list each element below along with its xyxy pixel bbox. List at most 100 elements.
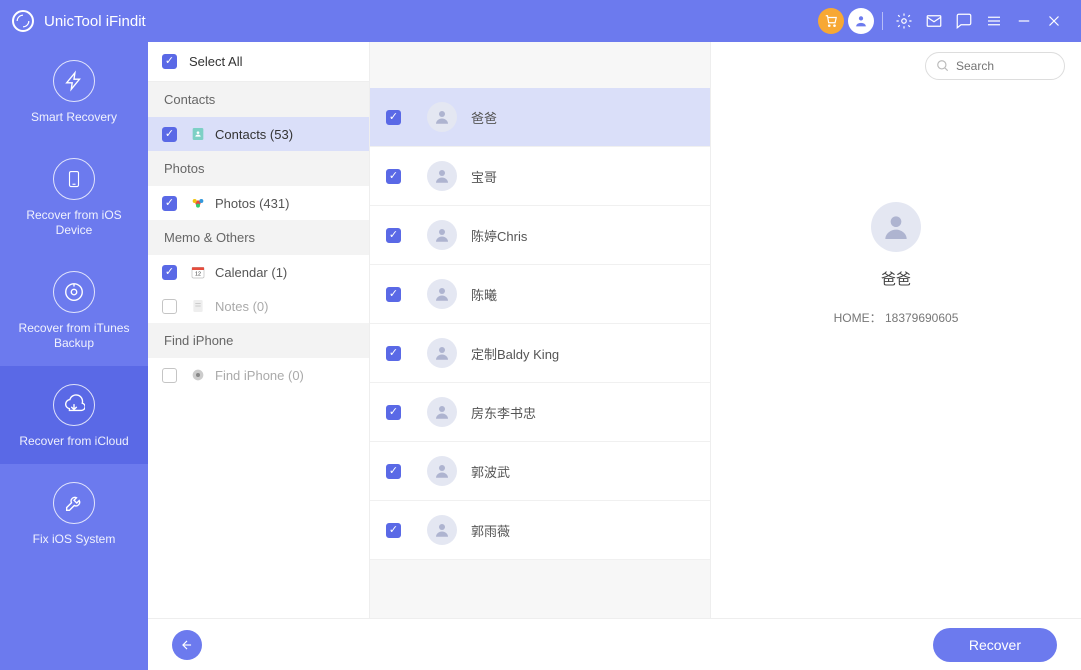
cart-button[interactable] [816,6,846,36]
nav-item-1[interactable]: Recover from iOS Device [0,140,148,253]
search-input[interactable] [956,59,1046,73]
contact-row[interactable]: 陈曦 [370,265,710,324]
contact-checkbox[interactable] [386,464,401,479]
category-item[interactable]: Photos (431) [148,186,369,220]
category-label: Contacts (53) [215,127,293,142]
sidebar: Smart Recovery Recover from iOS Device Rec… [0,42,148,670]
detail-name: 爸爸 [711,268,1081,289]
avatar-icon [427,515,457,545]
detail-avatar-icon [871,202,921,252]
category-checkbox[interactable] [162,265,177,280]
avatar-icon [427,161,457,191]
nav-label: Recover from iOS Device [8,208,140,239]
contact-name: 郭波武 [471,462,510,481]
avatar-icon [427,102,457,132]
avatar-icon [427,279,457,309]
contact-checkbox[interactable] [386,110,401,125]
category-label: Calendar (1) [215,265,287,280]
category-item[interactable]: Notes (0) [148,289,369,323]
contact-name: 定制Baldy King [471,344,559,363]
contact-checkbox[interactable] [386,346,401,361]
category-label: Notes (0) [215,299,268,314]
category-item[interactable]: Contacts (53) [148,117,369,151]
titlebar: UnicTool iFindit [0,0,1081,42]
contact-row[interactable]: 陈婷Chris [370,206,710,265]
category-header: Contacts [148,82,369,117]
nav-icon-3 [53,384,95,426]
category-item[interactable]: Find iPhone (0) [148,358,369,392]
contact-name: 房东李书忠 [471,403,536,422]
contact-name: 陈曦 [471,285,497,304]
minimize-button[interactable] [1009,6,1039,36]
nav-item-2[interactable]: Recover from iTunes Backup [0,253,148,366]
contact-row[interactable]: 宝哥 [370,147,710,206]
search-box[interactable] [925,52,1065,80]
contact-name: 爸爸 [471,108,497,127]
contact-row[interactable]: 郭雨薇 [370,501,710,560]
contact-checkbox[interactable] [386,523,401,538]
select-all-label: Select All [189,54,242,69]
category-icon [189,366,207,384]
nav-label: Recover from iCloud [8,434,140,450]
category-label: Photos (431) [215,196,289,211]
nav-item-4[interactable]: Fix iOS System [0,464,148,562]
back-button[interactable] [172,630,202,660]
contact-checkbox[interactable] [386,287,401,302]
nav-icon-0 [53,60,95,102]
detail-pane: 爸爸 HOME： 18379690605 [711,42,1081,670]
recover-button[interactable]: Recover [933,628,1057,662]
account-button[interactable] [846,6,876,36]
contact-row[interactable]: 爸爸 [370,88,710,147]
settings-button[interactable] [889,6,919,36]
detail-field-label: HOME： [834,311,882,325]
category-header: Find iPhone [148,323,369,358]
contact-checkbox[interactable] [386,228,401,243]
category-checkbox[interactable] [162,127,177,142]
avatar-icon [427,220,457,250]
bottom-bar: Recover [148,618,1081,670]
category-header: Memo & Others [148,220,369,255]
app-logo-icon [12,10,34,32]
nav-label: Recover from iTunes Backup [8,321,140,352]
feedback-button[interactable] [949,6,979,36]
category-checkbox[interactable] [162,196,177,211]
category-header: Photos [148,151,369,186]
avatar-icon [427,338,457,368]
category-item[interactable]: 12 Calendar (1) [148,255,369,289]
svg-text:12: 12 [195,271,201,277]
contact-checkbox[interactable] [386,405,401,420]
close-button[interactable] [1039,6,1069,36]
category-icon [189,194,207,212]
category-checkbox[interactable] [162,299,177,314]
detail-field: HOME： 18379690605 [711,309,1081,326]
contact-name: 陈婷Chris [471,226,527,245]
contact-name: 宝哥 [471,167,497,186]
nav-item-0[interactable]: Smart Recovery [0,42,148,140]
contact-name: 郭雨薇 [471,521,510,540]
detail-field-value: 18379690605 [885,311,958,325]
category-label: Find iPhone (0) [215,368,304,383]
app-title: UnicTool iFindit [44,13,146,30]
category-checkbox[interactable] [162,368,177,383]
category-icon [189,297,207,315]
contact-checkbox[interactable] [386,169,401,184]
nav-icon-1 [53,158,95,200]
titlebar-divider [882,12,883,30]
nav-label: Fix iOS System [8,532,140,548]
nav-label: Smart Recovery [8,110,140,126]
contact-row[interactable]: 郭波武 [370,442,710,501]
nav-item-3[interactable]: Recover from iCloud [0,366,148,464]
contact-row[interactable]: 定制Baldy King [370,324,710,383]
nav-icon-4 [53,482,95,524]
contact-list-pane: 爸爸宝哥陈婷Chris 陈曦定制Baldy King 房东李书忠郭波武郭雨薇 [370,42,711,670]
select-all-checkbox[interactable] [162,54,177,69]
category-pane: Select All Contacts Contacts (53) Photos Ph… [148,42,370,670]
menu-button[interactable] [979,6,1009,36]
mail-button[interactable] [919,6,949,36]
nav-icon-2 [53,271,95,313]
category-icon [189,125,207,143]
avatar-icon [427,456,457,486]
contact-row[interactable]: 房东李书忠 [370,383,710,442]
avatar-icon [427,397,457,427]
select-all-row[interactable]: Select All [148,42,369,82]
